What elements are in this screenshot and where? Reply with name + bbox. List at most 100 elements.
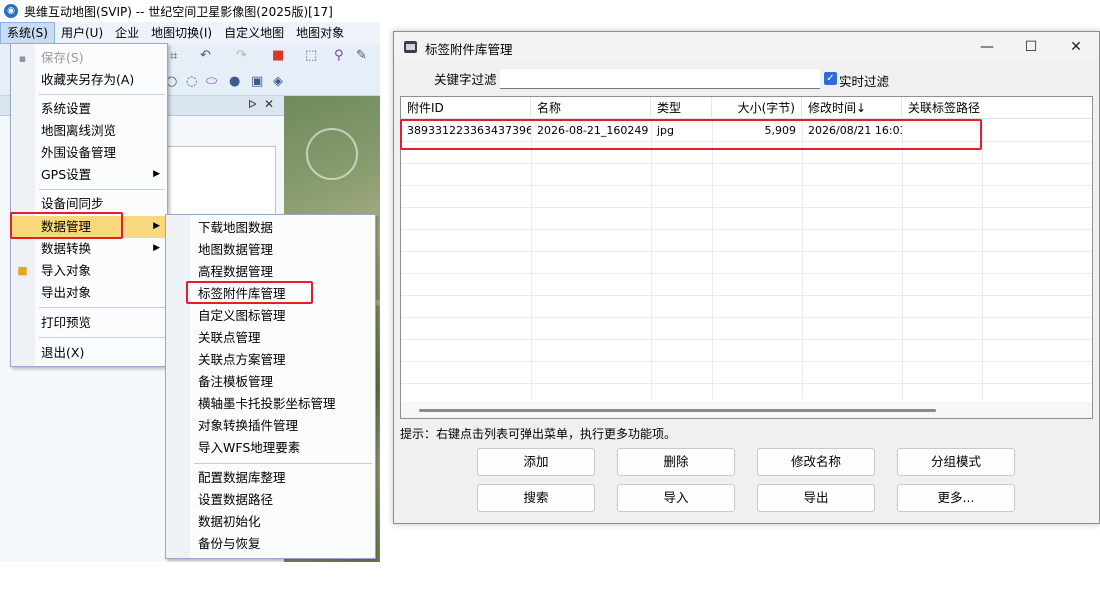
annotation-highlight-data-management (10, 212, 123, 239)
keyword-filter-input[interactable] (500, 69, 820, 89)
submenu-import-wfs[interactable]: 导入WFS地理要素 (167, 437, 374, 459)
submenu-arrow-icon: ▶ (153, 243, 160, 253)
menu-item-system-settings[interactable]: 系统设置 (12, 98, 166, 119)
more-button[interactable]: 更多... (897, 484, 1015, 512)
realtime-filter-label[interactable]: 实时过滤 (839, 71, 889, 90)
submenu-map-data-management[interactable]: 地图数据管理 (167, 239, 374, 261)
dialog-title-bar: 标签附件库管理 — ☐ ✕ (394, 32, 1099, 62)
annotation-highlight-tag-attachment (186, 281, 313, 304)
submenu-config-db-cleanup[interactable]: 配置数据库整理 (167, 467, 374, 489)
close-icon[interactable]: ✕ (264, 97, 274, 111)
menu-enterprise[interactable]: 企业 (109, 22, 145, 44)
delete-icon[interactable]: ■ (272, 48, 284, 63)
menu-item-data-convert[interactable]: 数据转换 ▶ (12, 238, 166, 259)
keyword-filter-label: 关键字过滤 (434, 72, 497, 87)
table-row-empty (401, 208, 1092, 230)
column-header-id[interactable]: 附件ID (401, 97, 531, 119)
column-header-path[interactable]: 关联标签路径 (902, 97, 1092, 119)
submenu-set-data-path[interactable]: 设置数据路径 (167, 489, 374, 511)
menu-separator (39, 337, 165, 338)
table-row-empty (401, 318, 1092, 340)
table-row-empty (401, 186, 1092, 208)
select-icon[interactable]: ⬚ (305, 48, 317, 63)
table-row-empty (401, 252, 1092, 274)
dialog-title: 标签附件库管理 (425, 42, 513, 57)
tag-attachment-dialog: 标签附件库管理 — ☐ ✕ 关键字过滤 ✓ 实时过滤 附件ID 名称 类型 大小… (393, 31, 1100, 524)
menu-item-export-objects[interactable]: 导出对象 (12, 282, 166, 303)
horizontal-scrollbar[interactable] (401, 402, 1092, 418)
menu-separator (39, 94, 165, 95)
scrollbar-thumb[interactable] (419, 409, 936, 412)
submenu-utm-coordinate[interactable]: 横轴墨卡托投影坐标管理 (167, 393, 374, 415)
menu-item-print-preview[interactable]: 打印预览 (12, 312, 166, 333)
rename-button[interactable]: 修改名称 (757, 448, 875, 476)
realtime-filter-checkbox[interactable]: ✓ (824, 72, 837, 85)
submenu-download-map-data[interactable]: 下载地图数据 (167, 217, 374, 239)
crop-icon[interactable]: ⌗ (170, 49, 177, 64)
submenu-arrow-icon: ▶ (153, 169, 160, 179)
submenu-custom-icon-management[interactable]: 自定义图标管理 (167, 305, 374, 327)
table-row-empty (401, 362, 1092, 384)
menu-custom-map[interactable]: 自定义地图 (218, 22, 290, 44)
column-header-mtime[interactable]: 修改时间↓ (802, 97, 902, 119)
filled-circle-icon[interactable]: ● (229, 74, 240, 89)
close-icon[interactable]: ✕ (1061, 36, 1091, 58)
menu-system[interactable]: 系统(S) (0, 22, 55, 44)
table-row-empty (401, 340, 1092, 362)
menu-item-offline-browse[interactable]: 地图离线浏览 (12, 120, 166, 141)
redo-icon[interactable]: ↷ (236, 48, 247, 63)
menu-user[interactable]: 用户(U) (55, 22, 109, 44)
table-row-empty (401, 230, 1092, 252)
menu-map-object[interactable]: 地图对象 (290, 22, 350, 44)
menu-item-device-sync[interactable]: 设备间同步 (12, 193, 166, 214)
table-row-empty (401, 274, 1092, 296)
square-icon[interactable]: ▣ (251, 74, 263, 89)
polygon-icon[interactable]: ◈ (273, 74, 283, 89)
menu-map-switch[interactable]: 地图切换(I) (145, 22, 218, 44)
menu-item-peripheral-devices[interactable]: 外围设备管理 (12, 142, 166, 163)
submenu-link-point-management[interactable]: 关联点管理 (167, 327, 374, 349)
menu-item-import-objects[interactable]: 导入对象 (12, 260, 166, 281)
add-button[interactable]: 添加 (477, 448, 595, 476)
hint-text: 提示：右键点击列表可弹出菜单，执行更多功能项。 (400, 427, 677, 441)
menu-item-gps-label: GPS设置 (41, 167, 92, 182)
minimize-icon[interactable]: — (972, 36, 1002, 58)
menu-bar: 系统(S) 用户(U) 企业 地图切换(I) 自定义地图 地图对象 (0, 22, 380, 44)
pin-icon[interactable]: ᐅ (248, 98, 256, 111)
import-button[interactable]: 导入 (617, 484, 735, 512)
menu-item-save: 保存(S) (41, 50, 84, 65)
maximize-icon[interactable]: ☐ (1016, 36, 1046, 58)
search-button[interactable]: 搜索 (477, 484, 595, 512)
window-icon (404, 41, 417, 53)
column-header-type[interactable]: 类型 (651, 97, 712, 119)
column-header-name[interactable]: 名称 (531, 97, 651, 119)
data-management-submenu: 下载地图数据 地图数据管理 高程数据管理 标签附件库管理 自定义图标管理 关联点… (165, 214, 376, 559)
submenu-note-template[interactable]: 备注模板管理 (167, 371, 374, 393)
arc-icon[interactable]: ◌ (186, 74, 197, 89)
delete-button[interactable]: 删除 (617, 448, 735, 476)
submenu-data-init[interactable]: 数据初始化 (167, 511, 374, 533)
export-button[interactable]: 导出 (757, 484, 875, 512)
menu-item-gps-settings[interactable]: GPS设置 ▶ (12, 164, 166, 185)
app-title: 奥维互动地图(SVIP) -- 世纪空间卫星影像图(2025版)[17] (24, 4, 333, 19)
list-header: 附件ID 名称 类型 大小(字节) 修改时间↓ 关联标签路径 (401, 97, 1092, 119)
menu-item-save-favorites-as[interactable]: 收藏夹另存为(A) (12, 69, 166, 90)
menu-item-exit[interactable]: 退出(X) (12, 342, 166, 363)
system-menu: ▪ 保存(S) 收藏夹另存为(A) 系统设置 地图离线浏览 外围设备管理 GPS… (10, 43, 168, 367)
submenu-link-point-scheme[interactable]: 关联点方案管理 (167, 349, 374, 371)
marker-icon[interactable]: ⚲ (334, 48, 344, 63)
column-header-size[interactable]: 大小(字节) (712, 97, 802, 119)
submenu-elevation-data-management[interactable]: 高程数据管理 (167, 261, 374, 283)
menu-separator (39, 307, 165, 308)
ellipse-icon[interactable]: ⬭ (206, 74, 217, 89)
undo-icon[interactable]: ↶ (200, 48, 211, 63)
submenu-object-convert-plugin[interactable]: 对象转换插件管理 (167, 415, 374, 437)
table-row-empty (401, 296, 1092, 318)
eraser-icon[interactable]: ✎ (356, 48, 367, 63)
app-title-bar: ◉ 奥维互动地图(SVIP) -- 世纪空间卫星影像图(2025版)[17] (0, 0, 380, 22)
menu-separator (39, 189, 165, 190)
menu-item-data-convert-label: 数据转换 (41, 241, 92, 256)
app-logo-icon: ◉ (4, 4, 18, 18)
group-mode-button[interactable]: 分组模式 (897, 448, 1015, 476)
submenu-backup-restore[interactable]: 备份与恢复 (167, 533, 374, 555)
